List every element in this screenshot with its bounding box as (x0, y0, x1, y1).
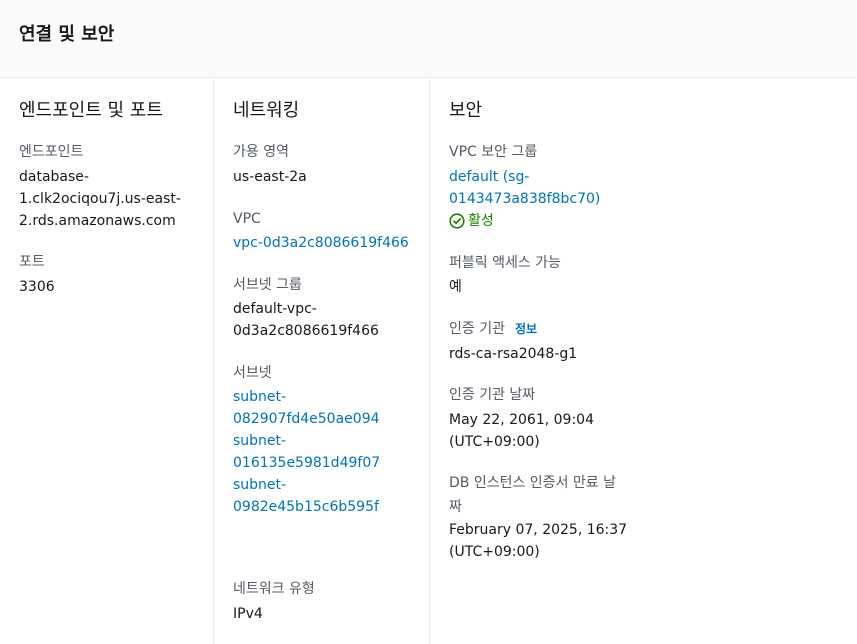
subnet-group-label: 서브넷 그룹 (233, 277, 302, 293)
ca-date-value: May 22, 2061, 09:04 (UTC+09:00) (449, 409, 594, 453)
cert-expiry-label-line: DB 인스턴스 인증서 만료 날 (449, 475, 616, 491)
security-group-link[interactable]: default (sg- 0143473a838f8bc70) (449, 166, 600, 210)
port-label: 포트 (19, 254, 45, 270)
subnet-link-line: 0982e45b15c6b595f (233, 499, 379, 515)
certificate-authority-value: rds-ca-rsa2048-g1 (449, 346, 578, 362)
vpc-link[interactable]: vpc-0d3a2c8086619f466 (233, 232, 409, 254)
endpoint-line: database- (19, 169, 89, 185)
port-value: 3306 (19, 279, 55, 295)
endpoint-section-title: 엔드포인트 및 포트 (19, 100, 163, 121)
cert-expiry-line: (UTC+09:00) (449, 544, 540, 560)
ca-label-text: 인증 기관 (449, 321, 505, 337)
cert-expiry-label: DB 인스턴스 인증서 만료 날 짜 (449, 472, 616, 518)
availability-zone-value: us-east-2a (233, 169, 307, 185)
check-circle-icon (449, 213, 465, 229)
public-access-value: 예 (449, 279, 462, 295)
subnet-link-line: subnet- (233, 389, 287, 405)
network-type-value: IPv4 (233, 606, 263, 622)
subnets-label: 서브넷 (233, 365, 272, 381)
cert-expiry-line: February 07, 2025, 16:37 (449, 522, 628, 538)
endpoint-line: 2.rds.amazonaws.com (19, 213, 176, 229)
security-section-title: 보안 (449, 100, 483, 121)
security-group-status: 활성 (449, 210, 600, 232)
ca-date-label: 인증 기관 날짜 (449, 387, 536, 403)
subnet-link[interactable]: subnet- 0982e45b15c6b595f (233, 474, 380, 518)
ca-date-line: (UTC+09:00) (449, 434, 540, 450)
subnet-group-line: default-vpc- (233, 301, 317, 317)
info-link[interactable]: 정보 (515, 322, 537, 336)
status-text: 활성 (468, 213, 494, 229)
subnet-link-line: 082907fd4e50ae094 (233, 411, 380, 427)
security-column: 보안 VPC 보안 그룹 default (sg- 0143473a838f8b… (429, 78, 857, 644)
certificate-authority-label: 인증 기관 정보 (449, 318, 537, 340)
subnet-group-value: default-vpc- 0d3a2c8086619f466 (233, 298, 379, 342)
security-group-line: 0143473a838f8bc70) (449, 191, 601, 207)
subnets-list: subnet- 082907fd4e50ae094 subnet- 016135… (233, 386, 380, 518)
subnet-link-line: 016135e5981d49f07 (233, 455, 381, 471)
ca-date-line: May 22, 2061, 09:04 (449, 412, 594, 428)
public-access-label: 퍼블릭 액세스 가능 (449, 255, 561, 271)
security-group-line: default (sg- (449, 169, 530, 185)
networking-column: 네트워킹 가용 영역 us-east-2a VPC vpc-0d3a2c8086… (213, 78, 429, 644)
cert-expiry-value: February 07, 2025, 16:37 (UTC+09:00) (449, 519, 627, 563)
network-type-label: 네트워크 유형 (233, 581, 315, 597)
subnet-group-line: 0d3a2c8086619f466 (233, 323, 379, 339)
endpoint-value: database- 1.clk2ociqou7j.us-east- 2.rds.… (19, 166, 181, 232)
vpc-label: VPC (233, 211, 261, 227)
subnet-link[interactable]: subnet- 082907fd4e50ae094 (233, 386, 380, 430)
cert-expiry-label-line: 짜 (449, 499, 462, 515)
endpoint-line: 1.clk2ociqou7j.us-east- (19, 191, 181, 207)
security-group-value: default (sg- 0143473a838f8bc70) 활성 (449, 166, 600, 232)
subnet-link-line: subnet- (233, 477, 287, 493)
subnet-link[interactable]: subnet- 016135e5981d49f07 (233, 430, 380, 474)
availability-zone-label: 가용 영역 (233, 144, 289, 160)
endpoint-label: 엔드포인트 (19, 144, 84, 160)
endpoint-column: 엔드포인트 및 포트 엔드포인트 database- 1.clk2ociqou7… (0, 78, 213, 644)
networking-section-title: 네트워킹 (233, 100, 300, 121)
vpc-value-wrap: vpc-0d3a2c8086619f466 (233, 232, 409, 254)
section-header: 연결 및 보안 (0, 0, 857, 78)
section-title: 연결 및 보안 (19, 24, 115, 45)
subnet-link-line: subnet- (233, 433, 287, 449)
security-group-label: VPC 보안 그룹 (449, 144, 538, 160)
